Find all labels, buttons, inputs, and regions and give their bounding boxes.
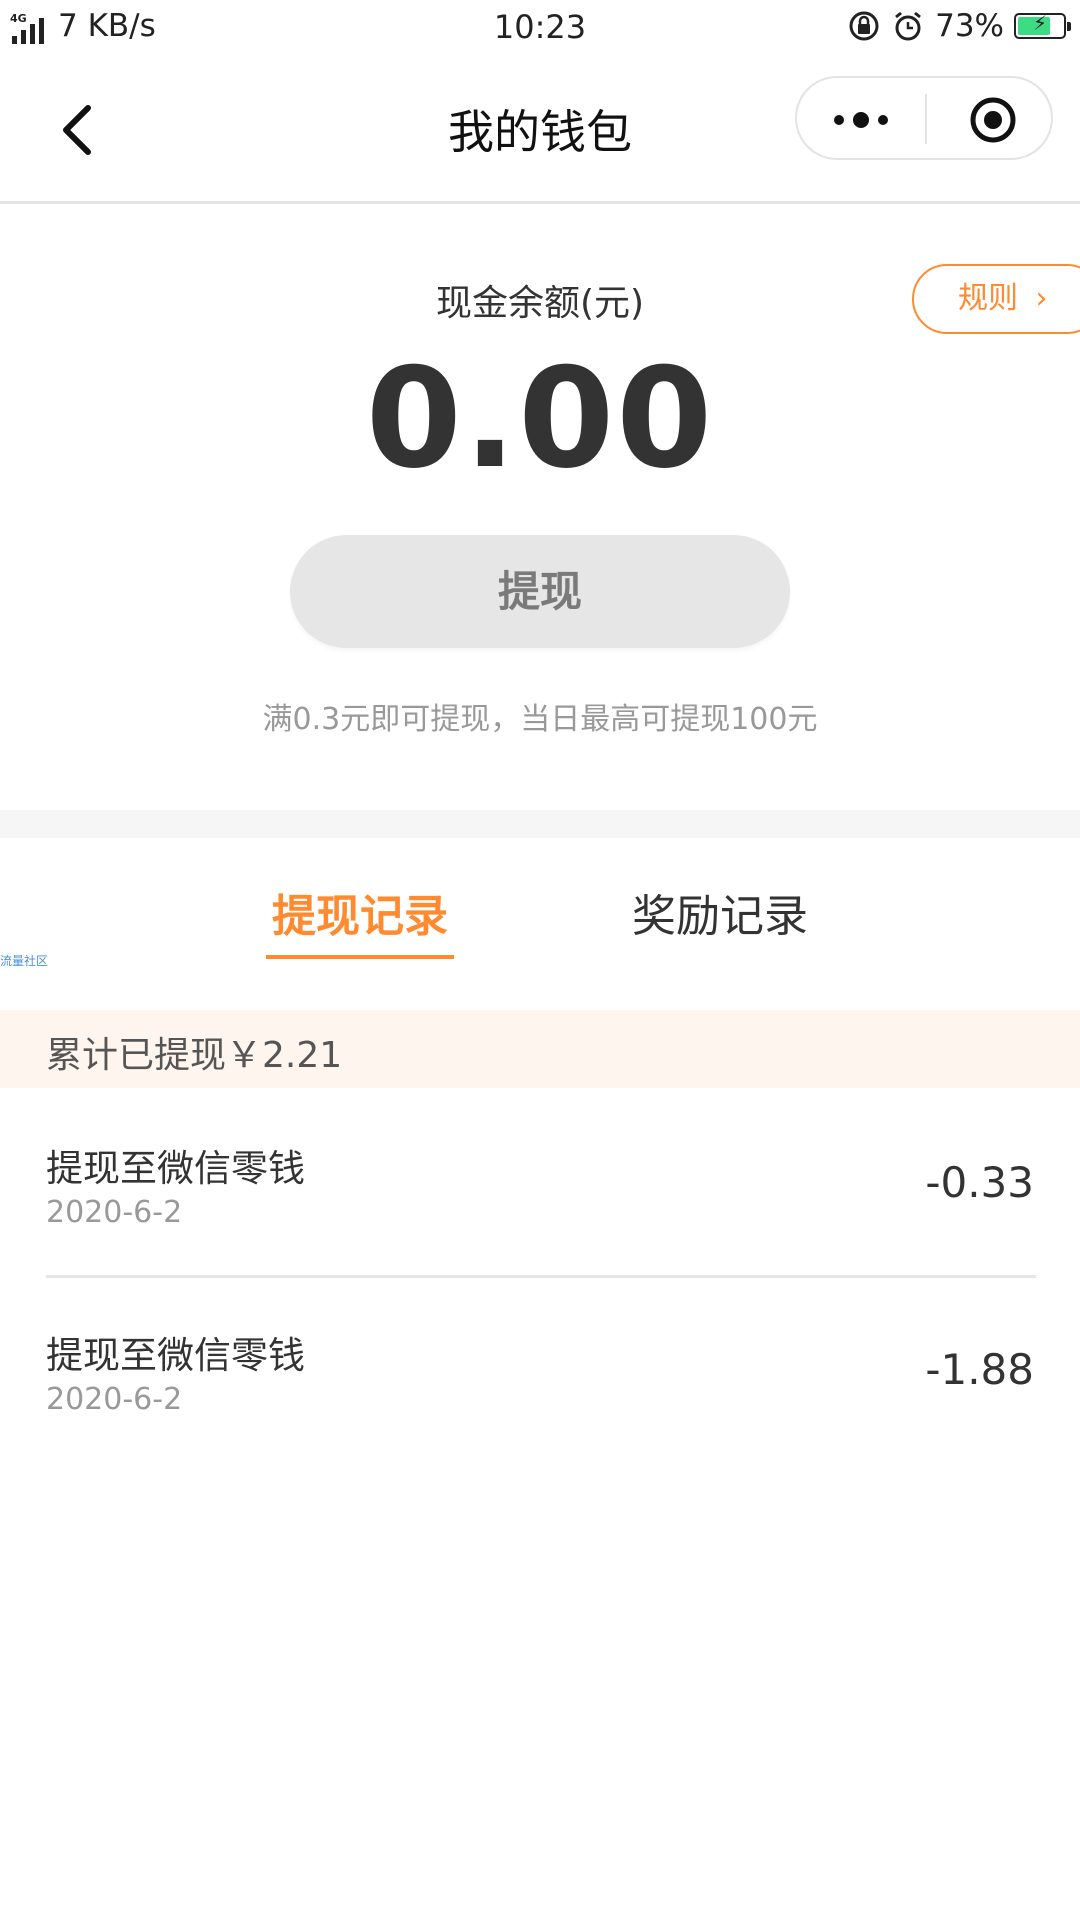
nav-bar: 我的钱包 <box>0 56 1080 204</box>
charging-bolt-icon: ⚡ <box>1032 11 1048 35</box>
capsule-divider <box>925 94 927 144</box>
record-title: 提现至微信零钱 <box>46 1147 305 1190</box>
target-icon[interactable] <box>969 96 1017 144</box>
status-right: 73% ⚡ <box>847 8 1071 44</box>
status-bar: 4G 7 KB/s 10:23 73% ⚡ <box>0 0 1080 56</box>
mini-program-capsule <box>795 76 1053 160</box>
rule-button-label: 规则 <box>958 281 1018 316</box>
lock-rotation-icon <box>849 11 879 41</box>
withdraw-note: 满0.3元即可提现，当日最高可提现100元 <box>262 702 818 737</box>
active-tab-indicator <box>266 955 454 959</box>
record-date: 2020-6-2 <box>46 1195 183 1230</box>
battery-charging-icon: ⚡ <box>1014 11 1071 39</box>
record-date: 2020-6-2 <box>46 1382 183 1417</box>
tab-withdraw-records[interactable]: 提现记录 <box>266 880 454 944</box>
total-withdrawn: 累计已提现￥2.21 <box>46 1035 343 1076</box>
record-title: 提现至微信零钱 <box>46 1334 305 1377</box>
alarm-icon <box>895 11 922 41</box>
chevron-right-icon: › <box>1035 281 1048 316</box>
watermark-text: 流量社区 <box>0 954 49 968</box>
record-amount: -0.33 <box>925 1158 1034 1207</box>
record-amount: -1.88 <box>925 1345 1034 1394</box>
withdraw-button[interactable]: 提现 <box>290 535 790 648</box>
record-divider <box>46 1275 1036 1278</box>
tab-reward-records[interactable]: 奖励记录 <box>620 880 820 944</box>
rule-button[interactable]: 规则 › <box>912 264 1080 334</box>
balance-value: 0.00 <box>365 338 715 499</box>
battery-percent: 73% <box>935 8 1004 44</box>
more-dots-icon[interactable] <box>833 108 889 132</box>
section-divider <box>0 810 1080 838</box>
